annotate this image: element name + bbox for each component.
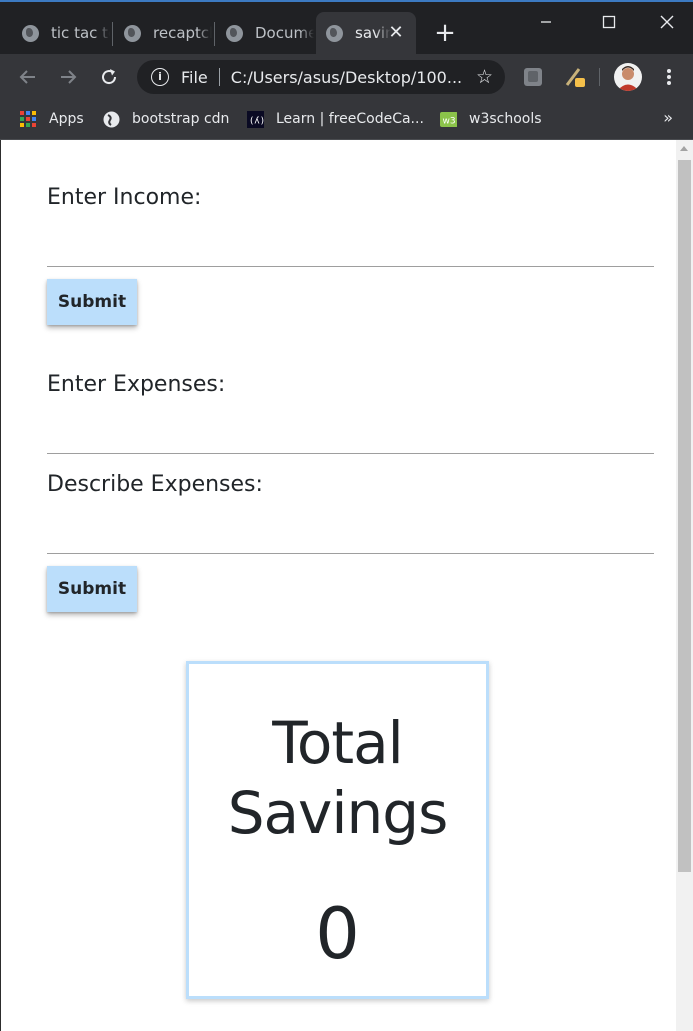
describe-expenses-label: Describe Expenses: — [47, 472, 263, 497]
menu-button[interactable] — [655, 63, 683, 91]
bookmark-label: w3schools — [469, 111, 542, 127]
globe-icon — [22, 24, 39, 42]
total-savings-value: 0 — [315, 893, 360, 975]
address-bar[interactable]: i File C:/Users/asus/Desktop/100... ☆ — [137, 60, 505, 94]
tab-tic-tac-toe[interactable]: tic tac toe — [10, 12, 110, 54]
expenses-label: Enter Expenses: — [47, 372, 226, 397]
globe-icon — [326, 24, 343, 42]
maximize-button[interactable] — [589, 8, 629, 36]
bookmark-star-icon[interactable]: ☆ — [476, 66, 493, 88]
globe-icon — [103, 111, 120, 127]
savings-title-line-2: Savings — [227, 779, 449, 847]
globe-icon — [124, 24, 141, 42]
expenses-input[interactable] — [47, 424, 654, 454]
w3schools-icon: w3 — [440, 111, 457, 127]
back-button[interactable] — [14, 63, 42, 91]
total-savings-card: Total Savings 0 — [186, 661, 489, 999]
expenses-submit-button[interactable]: Submit — [47, 566, 137, 612]
browser-toolbar: i File C:/Users/asus/Desktop/100... ☆ — [0, 54, 693, 100]
url-text[interactable]: C:/Users/asus/Desktop/100... — [231, 68, 468, 87]
close-window-button[interactable] — [647, 8, 687, 36]
bookmark-apps[interactable]: Apps — [20, 108, 84, 130]
tab-title: Document — [255, 24, 314, 42]
bookmark-label: Learn | freeCodeCa... — [276, 111, 424, 127]
toolbar-separator — [599, 68, 600, 86]
close-tab-icon[interactable]: ✕ — [386, 23, 406, 43]
income-submit-button[interactable]: Submit — [47, 279, 137, 325]
reload-button[interactable] — [95, 63, 123, 91]
extension-icon — [524, 68, 542, 86]
income-label: Enter Income: — [47, 185, 202, 210]
minimize-icon — [541, 21, 551, 23]
pencil-icon — [565, 68, 585, 87]
svg-text:(ʎ): (ʎ) — [249, 116, 264, 126]
tab-recaptcha[interactable]: recaptcha — [112, 12, 212, 54]
bookmarks-bar: Apps bootstrap cdn (ʎ) Learn | freeCodeC… — [0, 100, 693, 140]
arrow-left-icon — [19, 70, 35, 84]
describe-expenses-input[interactable] — [47, 524, 654, 554]
scrollbar-thumb[interactable] — [678, 160, 691, 872]
scheme-label: File — [181, 67, 208, 87]
bookmark-w3schools[interactable]: w3 w3schools — [440, 108, 542, 130]
address-separator — [218, 68, 220, 86]
profile-avatar[interactable] — [614, 63, 642, 91]
browser-chrome: tic tac toe recaptcha Document savings ✕… — [0, 0, 693, 140]
avatar-icon — [617, 66, 639, 91]
arrow-right-icon — [61, 70, 77, 84]
apps-grid-icon — [20, 110, 37, 128]
kebab-menu-icon — [667, 69, 671, 85]
info-icon[interactable]: i — [151, 68, 169, 86]
bookmark-freecodecamp[interactable]: (ʎ) Learn | freeCodeCa... — [247, 108, 424, 130]
bookmark-label: Apps — [49, 111, 84, 127]
minimize-button[interactable] — [526, 8, 566, 36]
svg-text:w3: w3 — [442, 116, 455, 126]
bookmark-bootstrap-cdn[interactable]: bootstrap cdn — [103, 108, 229, 130]
tab-title: recaptcha — [153, 24, 212, 42]
tab-savings[interactable]: savings ✕ — [316, 12, 416, 54]
bookmarks-overflow-button[interactable]: » — [663, 108, 673, 127]
globe-icon — [226, 24, 243, 42]
income-input[interactable] — [47, 237, 654, 267]
tab-strip: tic tac toe recaptcha Document savings ✕… — [0, 2, 693, 54]
forward-button[interactable] — [54, 63, 82, 91]
extension-button[interactable] — [519, 63, 547, 91]
vertical-scrollbar[interactable] — [676, 140, 693, 1031]
bookmark-label: bootstrap cdn — [132, 111, 230, 127]
close-icon — [660, 15, 674, 29]
new-tab-button[interactable]: + — [432, 20, 458, 46]
scroll-up-arrow-icon[interactable] — [680, 146, 688, 151]
freecodecamp-icon: (ʎ) — [247, 110, 264, 128]
maximize-icon — [602, 15, 616, 29]
savings-title-line-1: Total — [272, 709, 403, 777]
extension-pencil-button[interactable] — [561, 63, 589, 91]
tab-title: tic tac toe — [51, 24, 110, 42]
tab-document[interactable]: Document — [214, 12, 314, 54]
reload-icon — [102, 69, 117, 85]
total-savings-title: Total Savings — [227, 708, 449, 848]
